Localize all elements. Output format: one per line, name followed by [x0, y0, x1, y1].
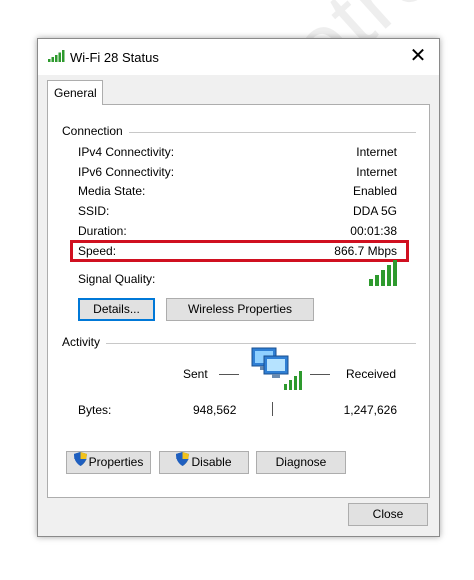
- general-panel: Connection IPv4 Connectivity: Internet I…: [47, 104, 430, 498]
- media-state-value: Enabled: [352, 184, 397, 198]
- bytes-sent-value: 948,562: [193, 403, 237, 417]
- bytes-separator: [272, 402, 273, 416]
- ipv6-label: IPv6 Connectivity:: [78, 165, 175, 179]
- uac-shield-icon: [73, 452, 87, 473]
- close-window-button[interactable]: ✕: [407, 44, 429, 68]
- close-button[interactable]: Close: [348, 503, 428, 526]
- ipv4-value: Internet: [356, 145, 397, 159]
- received-line: [310, 374, 330, 375]
- sent-label: Sent: [183, 367, 208, 381]
- window-title: Wi-Fi 28 Status: [70, 50, 159, 65]
- speed-value: 866.7 Mbps: [334, 244, 397, 258]
- activity-heading: Activity: [62, 335, 107, 349]
- network-computers-icon: [250, 344, 306, 395]
- ssid-label: SSID:: [78, 204, 110, 218]
- properties-button[interactable]: Properties: [66, 451, 151, 474]
- wifi-signal-icon: [48, 50, 66, 65]
- duration-value: 00:01:38: [350, 224, 397, 238]
- activity-divider: [62, 343, 416, 344]
- tab-label: General: [54, 86, 97, 100]
- details-button[interactable]: Details...: [78, 298, 155, 321]
- signal-bars-icon: [369, 260, 399, 289]
- disable-button-label: Disable: [191, 455, 232, 469]
- diagnose-button[interactable]: Diagnose: [256, 451, 346, 474]
- duration-label: Duration:: [78, 224, 127, 238]
- received-label: Received: [346, 367, 397, 381]
- wireless-properties-button[interactable]: Wireless Properties: [166, 298, 314, 321]
- connection-heading: Connection: [62, 124, 129, 138]
- media-state-label: Media State:: [78, 184, 146, 198]
- bytes-label: Bytes:: [78, 403, 112, 417]
- disable-button[interactable]: Disable: [159, 451, 249, 474]
- speed-label: Speed:: [78, 244, 117, 258]
- tab-general[interactable]: General: [47, 80, 103, 105]
- uac-shield-icon: [176, 452, 190, 473]
- ssid-value: DDA 5G: [352, 204, 397, 218]
- sent-line: [219, 374, 239, 375]
- title-bar[interactable]: Wi-Fi 28 Status ✕: [38, 39, 439, 75]
- ipv4-label: IPv4 Connectivity:: [78, 145, 175, 159]
- signal-quality-label: Signal Quality:: [78, 272, 156, 286]
- properties-button-label: Properties: [88, 455, 144, 469]
- bytes-received-value: 1,247,626: [343, 403, 397, 417]
- ipv6-value: Internet: [356, 165, 397, 179]
- status-dialog: Wi-Fi 28 Status ✕ General Connection IPv…: [37, 38, 440, 537]
